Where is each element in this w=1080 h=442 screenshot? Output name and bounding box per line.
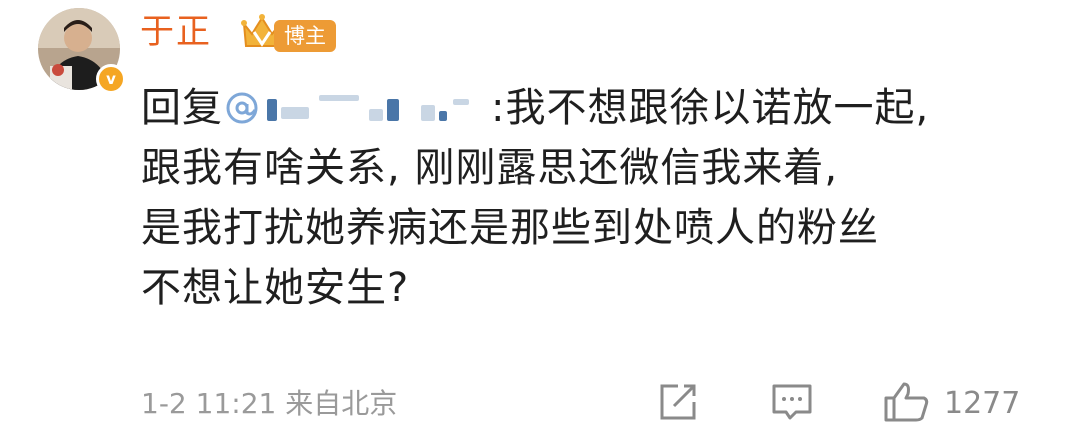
role-tag: 博主 [274, 20, 336, 52]
content-line-3: 是我打扰她养病还是那些到处喷人的粉丝 [141, 205, 879, 251]
comment-icon[interactable] [770, 380, 814, 428]
content-line-2: 跟我有啥关系, 刚刚露思还微信我来着, [141, 145, 839, 191]
user-avatar[interactable]: v [38, 8, 126, 94]
post-source: 来自北京 [285, 387, 398, 420]
username[interactable]: 于正 [140, 12, 212, 52]
reply-prefix: 回复 [141, 85, 223, 131]
content-line-4: 不想让她安生? [141, 265, 410, 311]
post-content: 回复 :我不想跟徐以诺放一起, 跟我有啥关系, 刚刚露思还微信我来着, 是我打扰… [141, 78, 1041, 318]
mention-username-redacted[interactable] [261, 91, 491, 129]
mention-icon [223, 84, 261, 124]
share-icon[interactable] [656, 380, 700, 428]
post-timestamp: 1-2 11:21 [141, 387, 277, 420]
content-line-1: 回复 :我不想跟徐以诺放一起, [141, 78, 1041, 138]
post-meta: 1-2 11:21 来自北京 [141, 386, 397, 422]
like-icon[interactable] [882, 380, 932, 428]
like-count: 1277 [944, 386, 1021, 421]
verified-icon: v [96, 64, 126, 94]
content-text-1: :我不想跟徐以诺放一起, [491, 85, 930, 131]
